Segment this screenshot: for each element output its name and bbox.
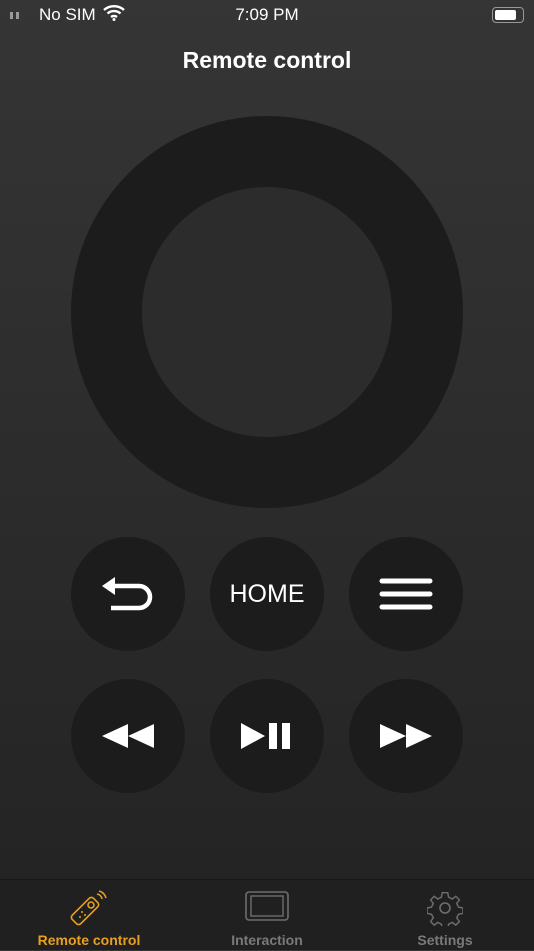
home-label: HOME <box>229 579 305 608</box>
clock: 7:09 PM <box>235 5 299 24</box>
tab-label: Remote control <box>37 932 141 948</box>
dpad-select-button[interactable] <box>142 187 392 437</box>
rewind-button[interactable] <box>71 679 185 793</box>
rewind-icon <box>102 724 154 748</box>
menu-icon <box>379 578 433 610</box>
tab-settings[interactable]: Settings <box>356 880 534 951</box>
menu-button[interactable] <box>349 537 463 651</box>
back-arrow-icon <box>102 577 153 611</box>
tab-bar: Remote control Interaction Settings <box>0 879 534 950</box>
dpad-ring[interactable] <box>71 116 463 508</box>
page-title: Remote control <box>182 47 352 73</box>
play-pause-icon <box>241 723 290 749</box>
fast-forward-icon <box>380 724 432 748</box>
screen-icon <box>245 891 289 921</box>
tab-remote-control[interactable]: Remote control <box>0 880 178 951</box>
tab-interaction[interactable]: Interaction <box>178 880 356 951</box>
status-bar: No SIM 7:09 PM <box>0 0 534 30</box>
tab-label: Interaction <box>231 932 303 948</box>
play-pause-button[interactable] <box>210 679 324 793</box>
tab-label: Settings <box>417 932 473 948</box>
home-button[interactable]: HOME <box>210 537 324 651</box>
battery-icon <box>492 7 524 23</box>
back-button[interactable] <box>71 537 185 651</box>
fast-forward-button[interactable] <box>349 679 463 793</box>
gear-icon <box>426 891 464 930</box>
remote-icon <box>70 890 107 926</box>
